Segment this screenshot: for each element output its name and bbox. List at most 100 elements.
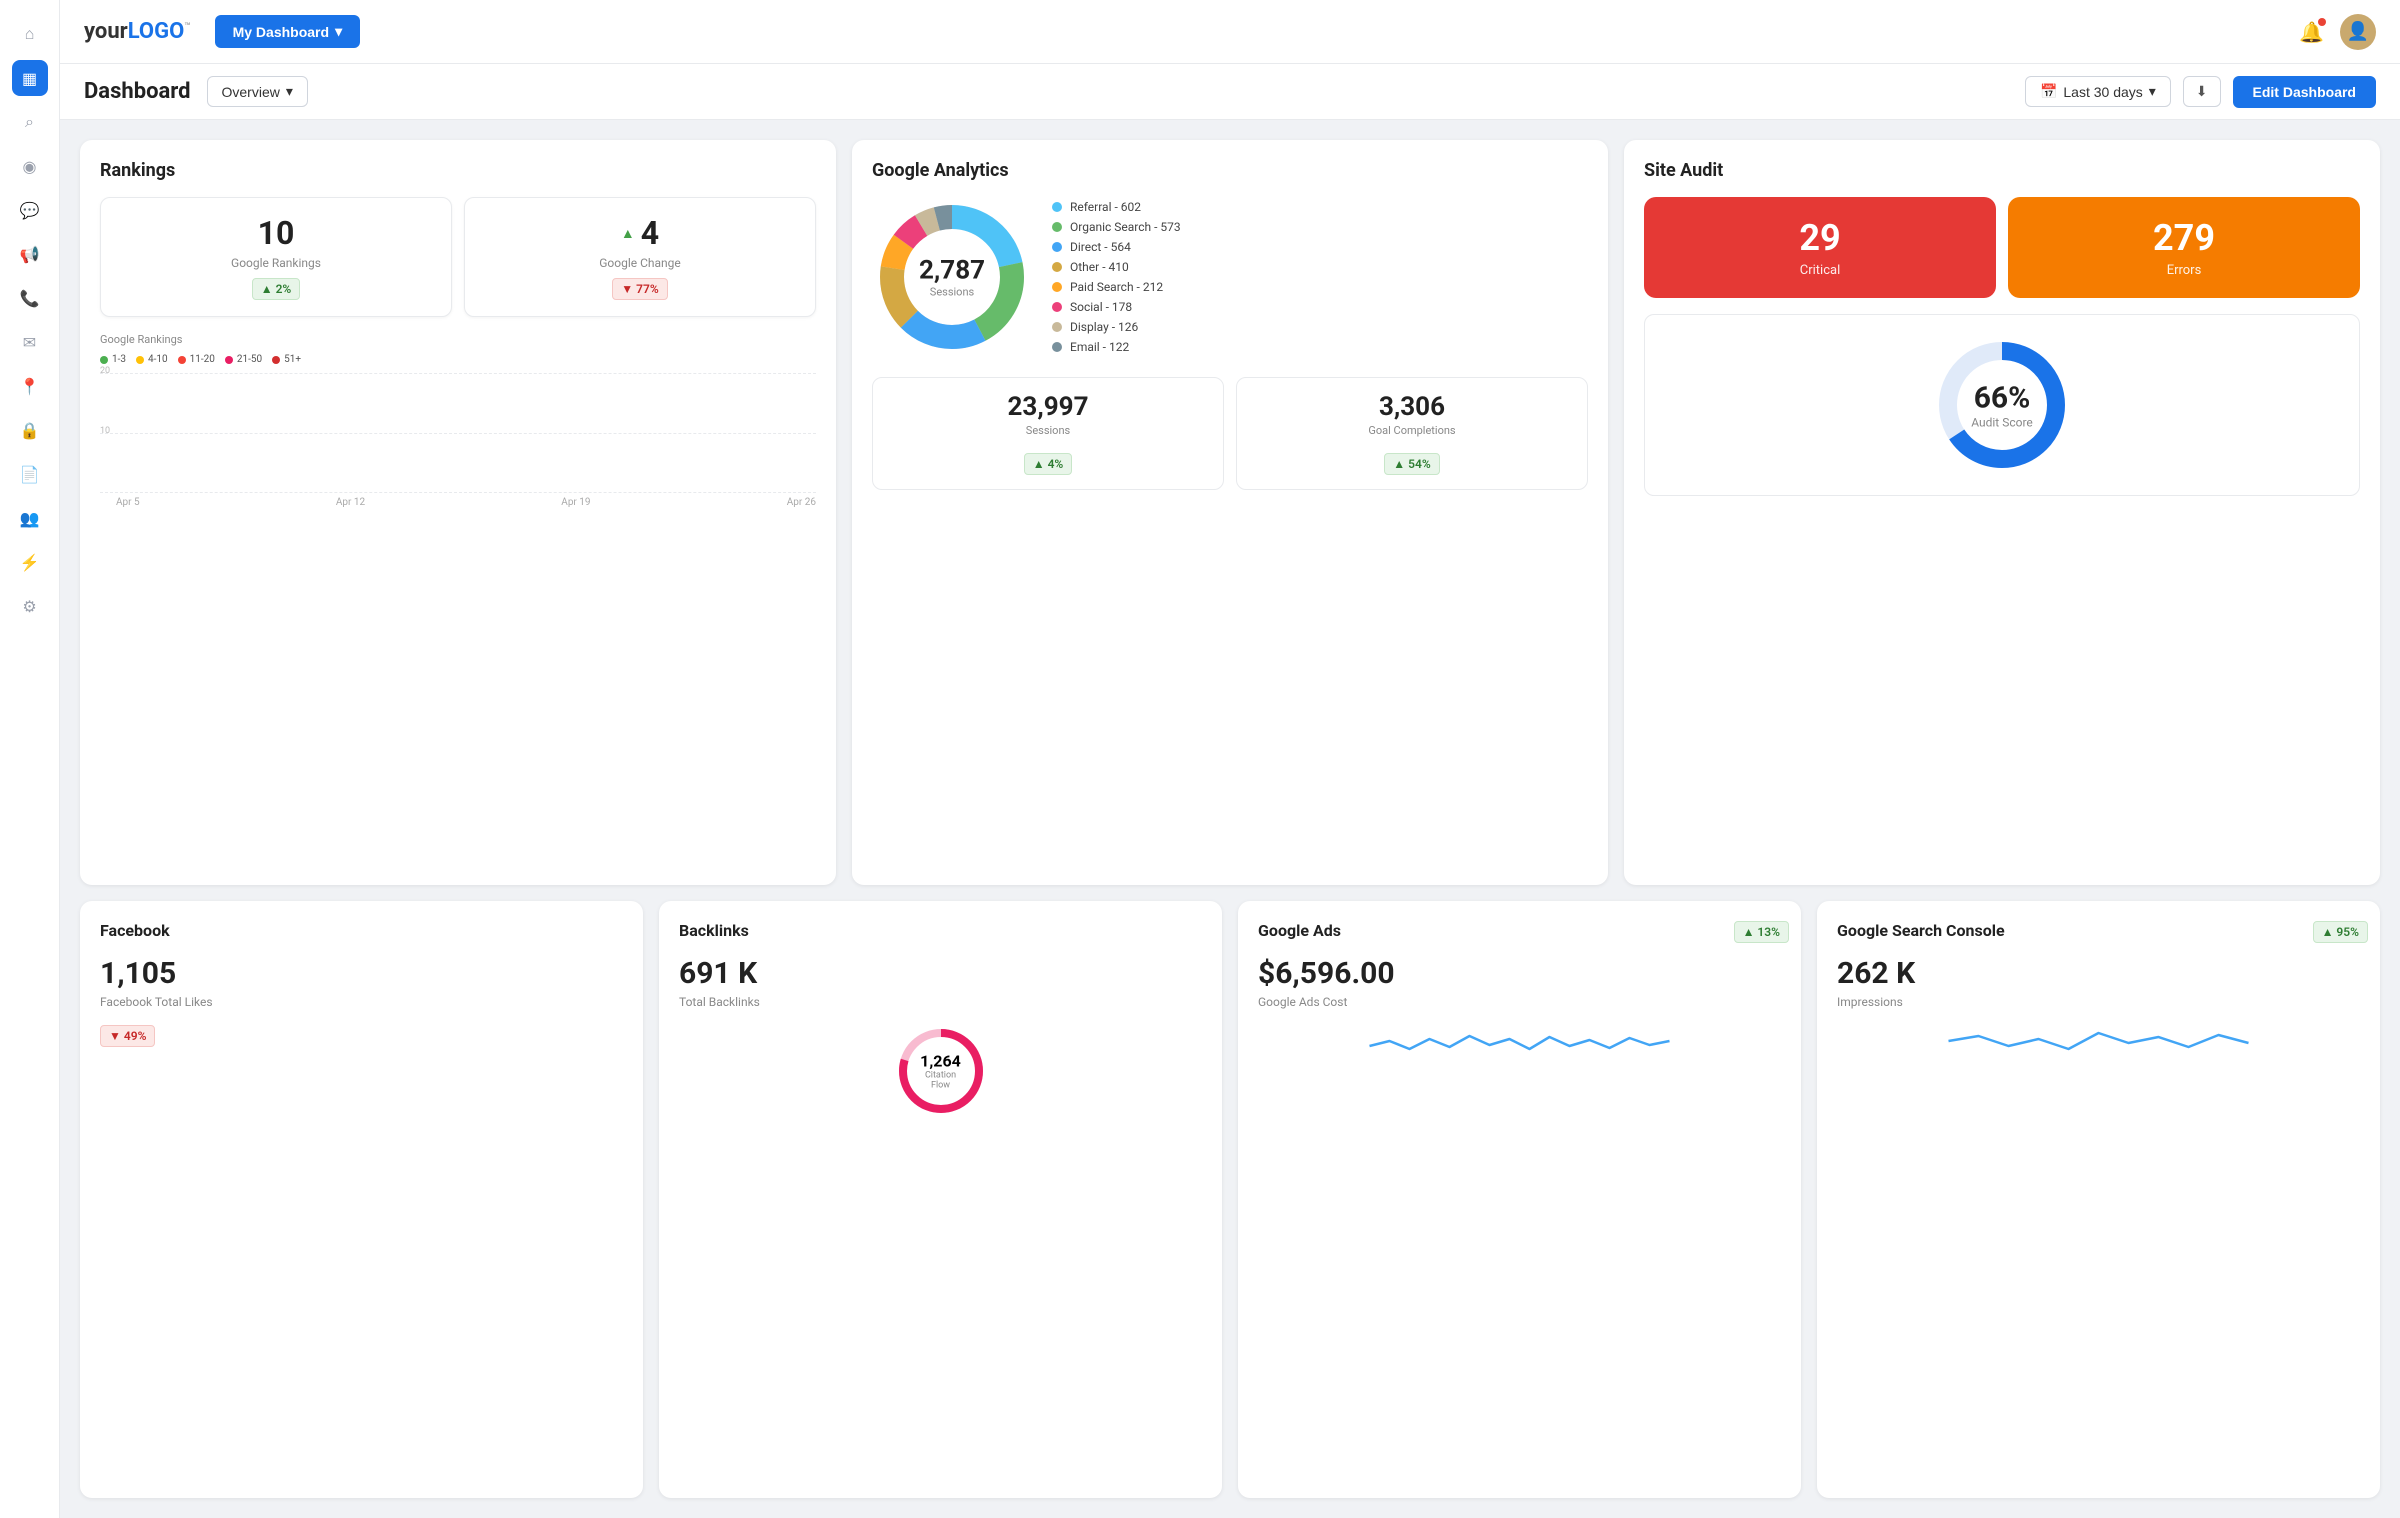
- site-audit-card: Site Audit 29 Critical 279 Errors: [1624, 140, 2380, 885]
- legend-21-50: 21-50: [225, 354, 262, 365]
- chevron-down-icon: ▾: [286, 83, 293, 100]
- sidebar-icon-chart[interactable]: ◉: [12, 148, 48, 184]
- chevron-down-icon: ▾: [2149, 83, 2156, 100]
- legend-11-20: 11-20: [178, 354, 215, 365]
- chart-label: Google Rankings: [100, 333, 816, 346]
- dashboard-content: Rankings 10 Google Rankings ▲ 2% ▲ 4 Goo…: [60, 120, 2400, 1518]
- calendar-icon: 📅: [2040, 83, 2057, 100]
- citation-flow-donut: 1,264 Citation Flow: [679, 1021, 1202, 1121]
- download-icon: ⬇: [2196, 83, 2208, 99]
- backlinks-label: Total Backlinks: [679, 995, 1202, 1009]
- analytics-bottom-metrics: 23,997 Sessions ▲ 4% 3,306 Goal Completi…: [872, 377, 1588, 490]
- sidebar-icon-people[interactable]: 👥: [12, 500, 48, 536]
- notification-icon[interactable]: 🔔: [2299, 20, 2324, 44]
- sidebar-icon-lock[interactable]: 🔒: [12, 412, 48, 448]
- audit-errors-value: 279: [2028, 217, 2340, 259]
- main-area: yourLOGO™ My Dashboard ▾ 🔔 👤 Dashboard O…: [60, 0, 2400, 1518]
- google-analytics-card: Google Analytics: [852, 140, 1608, 885]
- logo: yourLOGO™: [84, 19, 191, 44]
- sidebar-icon-search[interactable]: ⌕: [12, 104, 48, 140]
- sidebar-icon-home[interactable]: ⌂: [12, 16, 48, 52]
- legend-4-10: 4-10: [136, 354, 168, 365]
- bar-group: [424, 373, 465, 493]
- bar-group: [599, 373, 640, 493]
- facebook-badge: ▼ 49%: [100, 1025, 155, 1047]
- facebook-card: Facebook 1,105 Facebook Total Likes ▼ 49…: [80, 901, 643, 1498]
- bar-group: [336, 373, 377, 493]
- rankings-chart: Google Rankings 1-3 4-10 11-20 21-50 51+…: [100, 333, 816, 508]
- goals-label: Goal Completions: [1251, 424, 1573, 437]
- audit-metrics: 29 Critical 279 Errors: [1644, 197, 2360, 298]
- audit-score-center: 66% Audit Score: [1971, 381, 2033, 430]
- bar-group: [643, 373, 684, 493]
- notification-badge: [2318, 18, 2326, 26]
- audit-score-label: Audit Score: [1971, 416, 2033, 430]
- facebook-title: Facebook: [100, 921, 623, 940]
- google-ads-value: $6,596.00: [1258, 956, 1781, 991]
- analytics-title: Google Analytics: [872, 160, 1588, 181]
- sidebar-icon-settings[interactable]: ⚙: [12, 588, 48, 624]
- sidebar: ⌂ ▦ ⌕ ◉ 💬 📢 📞 ✉ 📍 🔒 📄 👥 ⚡ ⚙: [0, 0, 60, 1518]
- download-button[interactable]: ⬇: [2183, 76, 2221, 107]
- goals-box: 3,306 Goal Completions ▲ 54%: [1236, 377, 1588, 490]
- page-title: Dashboard: [84, 79, 191, 104]
- wave-svg: [1258, 1021, 1781, 1061]
- google-rankings-value: 10: [117, 214, 435, 252]
- bar-group: [511, 373, 552, 493]
- gsc-badge: ▲ 95%: [2313, 921, 2368, 943]
- sidebar-icon-document[interactable]: 📄: [12, 456, 48, 492]
- rankings-title: Rankings: [100, 160, 816, 181]
- sidebar-icon-chat[interactable]: 💬: [12, 192, 48, 228]
- google-rankings-label: Google Rankings: [117, 256, 435, 270]
- audit-critical-value: 29: [1664, 217, 1976, 259]
- avatar[interactable]: 👤: [2340, 14, 2376, 50]
- dashboard-header-right: 📅 Last 30 days ▾ ⬇ Edit Dashboard: [2025, 76, 2376, 108]
- sidebar-icon-dashboard[interactable]: ▦: [12, 60, 48, 96]
- edit-dashboard-button[interactable]: Edit Dashboard: [2233, 76, 2376, 108]
- legend-email: Email - 122: [1052, 340, 1181, 354]
- bar-group: [116, 373, 157, 493]
- chart-y-axis: 20 10: [100, 373, 816, 493]
- chart-legend: 1-3 4-10 11-20 21-50 51+: [100, 354, 816, 365]
- sessions-label: Sessions: [887, 424, 1209, 437]
- dashboard-header: Dashboard Overview ▾ 📅 Last 30 days ▾ ⬇ …: [60, 64, 2400, 120]
- bar-group: [555, 373, 596, 493]
- backlinks-value: 691 K: [679, 956, 1202, 991]
- gsc-wave: [1837, 1021, 2360, 1065]
- rankings-card: Rankings 10 Google Rankings ▲ 2% ▲ 4 Goo…: [80, 140, 836, 885]
- bar-group: [204, 373, 245, 493]
- google-change-box: ▲ 4 Google Change ▼ 77%: [464, 197, 816, 317]
- google-ads-badge: ▲ 13%: [1734, 921, 1789, 943]
- legend-paid: Paid Search - 212: [1052, 280, 1181, 294]
- date-range-button[interactable]: 📅 Last 30 days ▾: [2025, 76, 2171, 107]
- x-label-apr19: Apr 19: [561, 497, 590, 508]
- bar-group: [775, 373, 816, 493]
- sidebar-icon-plugin[interactable]: ⚡: [12, 544, 48, 580]
- citation-center: 1,264 Citation Flow: [916, 1052, 966, 1091]
- gsc-label: Impressions: [1837, 995, 2360, 1009]
- sidebar-icon-megaphone[interactable]: 📢: [12, 236, 48, 272]
- backlinks-title: Backlinks: [679, 921, 1202, 940]
- my-dashboard-button[interactable]: My Dashboard ▾: [215, 15, 361, 48]
- x-label-apr5: Apr 5: [116, 497, 140, 508]
- sidebar-icon-mail[interactable]: ✉: [12, 324, 48, 360]
- analytics-donut: 2,787 Sessions: [872, 197, 1032, 357]
- legend-1-3: 1-3: [100, 354, 126, 365]
- my-dashboard-label: My Dashboard: [233, 24, 329, 40]
- legend-organic: Organic Search - 573: [1052, 220, 1181, 234]
- audit-score-section: 66% Audit Score: [1644, 314, 2360, 496]
- audit-score-value: 66%: [1971, 381, 2033, 416]
- overview-button[interactable]: Overview ▾: [207, 76, 308, 107]
- bar-group: [380, 373, 421, 493]
- google-ads-label: Google Ads Cost: [1258, 995, 1781, 1009]
- bar-group: [468, 373, 509, 493]
- audit-donut: 66% Audit Score: [1932, 335, 2072, 475]
- sidebar-icon-phone[interactable]: 📞: [12, 280, 48, 316]
- bar-group: [248, 373, 289, 493]
- sidebar-icon-location[interactable]: 📍: [12, 368, 48, 404]
- bar-chart-bars: [100, 373, 816, 493]
- bar-group: [731, 373, 772, 493]
- x-label-apr26: Apr 26: [787, 497, 816, 508]
- sessions-value: 23,997: [887, 392, 1209, 422]
- bar-group: [160, 373, 201, 493]
